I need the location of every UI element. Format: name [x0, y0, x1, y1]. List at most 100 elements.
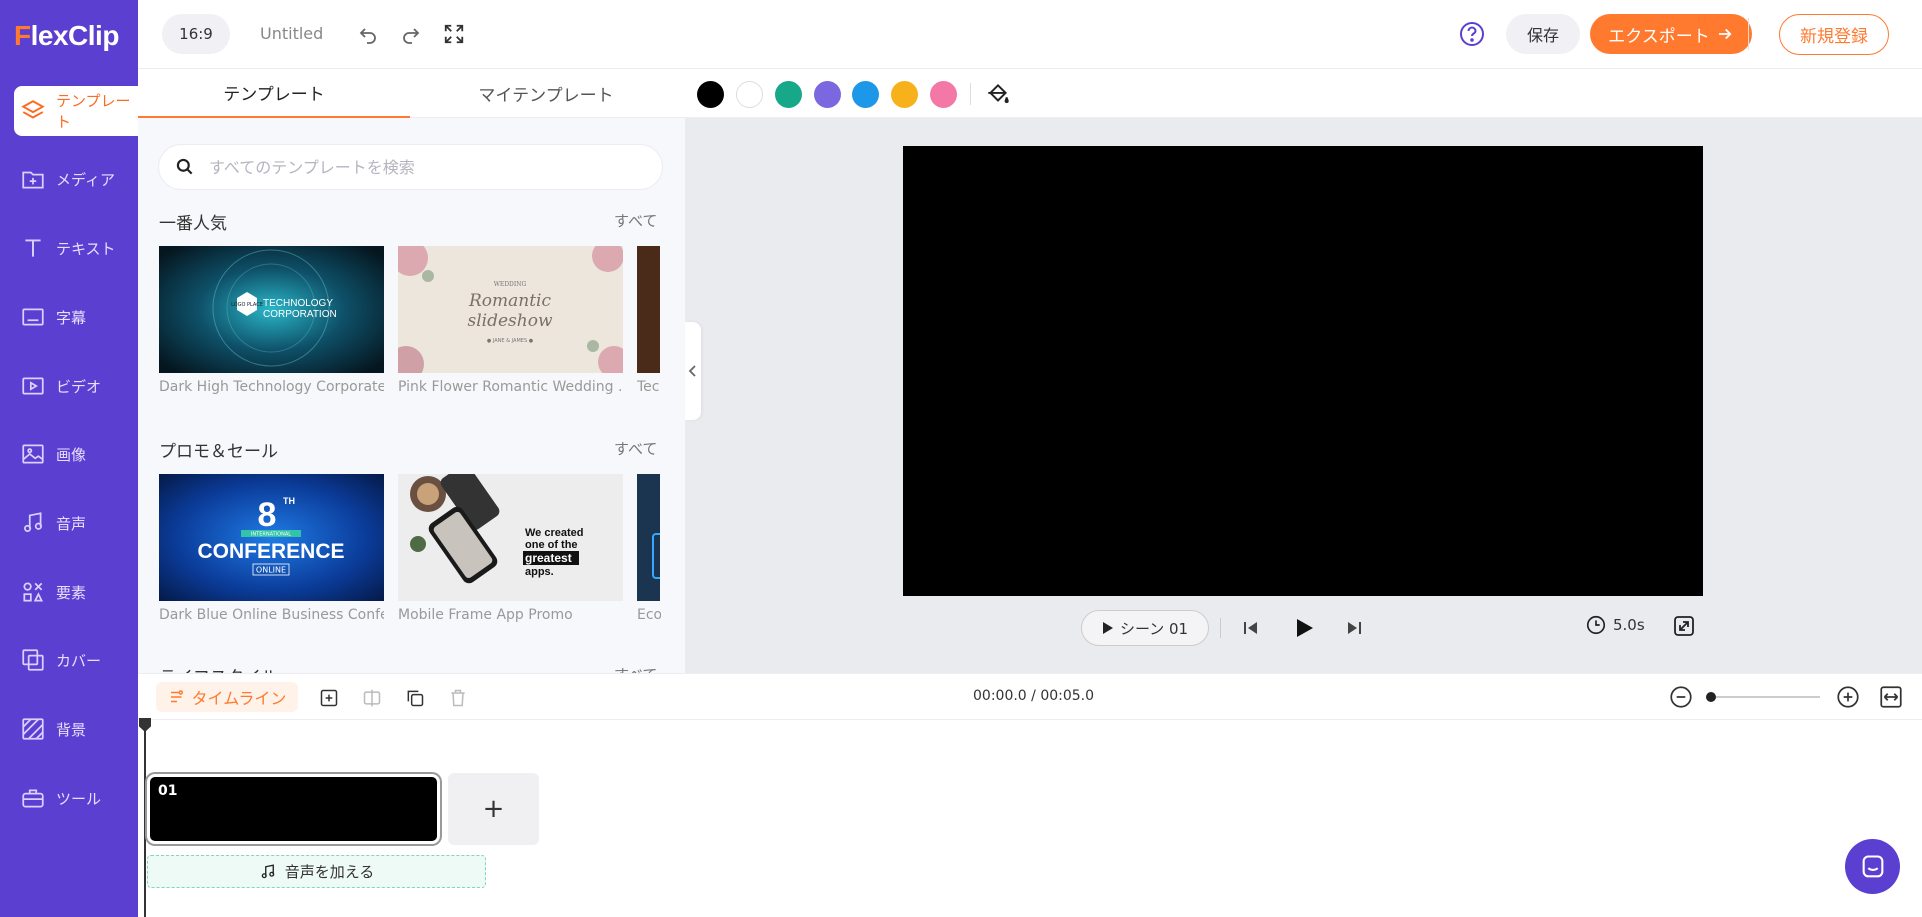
svg-text:CONFERENCE: CONFERENCE: [197, 540, 344, 563]
scene-play-button[interactable]: シーン 01: [1081, 610, 1209, 646]
section-title-lifestyle: ライフスタイル: [159, 663, 278, 673]
delete-icon[interactable]: [444, 684, 472, 712]
sidebar-item-label: テンプレート: [56, 92, 131, 131]
template-thumb-tech-corporate[interactable]: LOGO PLACE TECHNOLOGY CORPORATION: [159, 246, 384, 373]
zoom-slider-handle[interactable]: [1706, 692, 1716, 702]
skip-back-icon[interactable]: [1235, 612, 1267, 644]
add-scene-button[interactable]: +: [448, 773, 539, 845]
section-title-promo: プロモ＆セール: [159, 442, 278, 462]
timeline-time: 00:00.0 / 00:05.0: [973, 688, 1095, 704]
sidebar-item-video[interactable]: ビデオ: [14, 361, 138, 411]
clock-icon: [1586, 615, 1606, 635]
search-input[interactable]: [209, 157, 629, 177]
zoom-slider-track[interactable]: [1710, 696, 1820, 698]
sidebar-item-templates[interactable]: テンプレート: [14, 86, 138, 136]
section-all-link[interactable]: すべて: [614, 438, 657, 459]
export-button-label: エクスポート: [1608, 26, 1710, 47]
tab-templates[interactable]: テンプレート: [138, 69, 410, 118]
template-thumb-partial[interactable]: [637, 474, 660, 601]
color-swatch-purple[interactable]: [814, 81, 841, 108]
sidebar-item-label: ツール: [56, 789, 102, 808]
music-note-icon: [24, 512, 42, 532]
tab-my-templates[interactable]: マイテンプレート: [410, 69, 682, 118]
sidebar-item-elements[interactable]: 要素: [14, 567, 138, 617]
undo-icon[interactable]: [352, 18, 384, 50]
template-preview: We created one of the greatest apps.: [398, 474, 623, 601]
sidebar-item-label: メディア: [56, 170, 115, 189]
clip-number: 01: [158, 783, 178, 799]
sidebar-item-tools[interactable]: ツール: [14, 773, 138, 823]
split-icon[interactable]: [358, 684, 386, 712]
chat-support-button[interactable]: [1845, 839, 1900, 894]
sidebar-item-label: 画像: [56, 445, 87, 464]
svg-text:WEDDING: WEDDING: [494, 281, 527, 288]
chevron-left-icon: [688, 365, 696, 377]
sidebar-item-subtitles[interactable]: 字幕: [14, 292, 138, 342]
playhead[interactable]: [144, 720, 146, 917]
color-swatch-blue[interactable]: [852, 81, 879, 108]
panel-tabs: テンプレート マイテンプレート: [138, 69, 685, 118]
export-button[interactable]: エクスポート: [1590, 14, 1752, 54]
timeline-mode-tag[interactable]: タイムライン: [156, 682, 298, 712]
svg-text:CORPORATION: CORPORATION: [263, 309, 337, 320]
media-upload-icon: [22, 171, 44, 189]
template-preview: 8 TH INTERNATIONAL CONFERENCE ONLINE: [159, 474, 384, 601]
duration-value: 5.0s: [1613, 616, 1645, 634]
color-swatch-teal[interactable]: [775, 81, 802, 108]
template-thumb-romantic-wedding[interactable]: WEDDING Romantic slideshow ● JANE & JAME…: [398, 246, 623, 373]
play-icon[interactable]: [1288, 612, 1320, 644]
fit-screen-icon[interactable]: [1672, 614, 1696, 642]
help-icon[interactable]: [1456, 18, 1488, 50]
color-swatch-black[interactable]: [697, 81, 724, 108]
sidebar-item-audio[interactable]: 音声: [14, 498, 138, 548]
sidebar-item-images[interactable]: 画像: [14, 429, 138, 479]
skip-forward-icon[interactable]: [1338, 612, 1370, 644]
template-thumb-partial[interactable]: [637, 246, 660, 373]
sidebar-item-background[interactable]: 背景: [14, 704, 138, 754]
background-icon: [22, 718, 44, 740]
fit-timeline-icon[interactable]: [1878, 684, 1904, 714]
paint-bucket-icon[interactable]: [985, 81, 1011, 111]
color-swatch-white[interactable]: [736, 81, 763, 108]
flexclip-logo[interactable]: FlexClip: [14, 20, 119, 52]
scene-duration[interactable]: 5.0s: [1585, 614, 1645, 636]
sidebar: FlexClip テンプレート メディア テキスト 字幕 ビデオ 画像 音声 要…: [0, 0, 138, 917]
section-all-link[interactable]: すべて: [614, 210, 657, 231]
svg-text:TH: TH: [283, 496, 295, 506]
collapse-panel-handle[interactable]: [685, 322, 701, 420]
template-thumb-conference[interactable]: 8 TH INTERNATIONAL CONFERENCE ONLINE: [159, 474, 384, 601]
arrow-right-icon: [1718, 28, 1732, 40]
svg-text:ONLINE: ONLINE: [256, 566, 286, 575]
scene-clip[interactable]: 01: [147, 774, 440, 844]
svg-text:INTERNATIONAL: INTERNATIONAL: [251, 532, 291, 538]
sidebar-item-cover[interactable]: カバー: [14, 635, 138, 685]
add-scene-icon[interactable]: [315, 684, 343, 712]
color-swatch-pink[interactable]: [930, 81, 957, 108]
template-label: Mobile Frame App Promo: [398, 607, 573, 623]
zoom-in-icon[interactable]: [1835, 684, 1861, 714]
aspect-ratio-button[interactable]: 16:9: [162, 14, 230, 54]
video-canvas[interactable]: [903, 146, 1703, 596]
svg-text:greatest: greatest: [525, 551, 572, 565]
elements-icon: [23, 582, 44, 602]
color-swatch-yellow[interactable]: [891, 81, 918, 108]
save-button[interactable]: 保存: [1506, 14, 1580, 54]
sidebar-item-media[interactable]: メディア: [14, 154, 138, 204]
section-all-link[interactable]: すべて: [614, 664, 657, 673]
fullscreen-icon[interactable]: [438, 18, 470, 50]
add-audio-button[interactable]: 音声を加える: [147, 855, 486, 888]
template-search[interactable]: [158, 144, 663, 190]
svg-text:Romantic: Romantic: [468, 291, 552, 311]
player-divider: [1220, 618, 1221, 638]
project-title[interactable]: Untitled: [260, 24, 323, 43]
duplicate-icon[interactable]: [401, 684, 429, 712]
template-panel: テンプレート マイテンプレート 一番人気 すべて LOGO PLACE TECH…: [138, 69, 685, 673]
play-icon: [1102, 622, 1113, 634]
svg-text:We created: We created: [525, 527, 584, 539]
redo-icon[interactable]: [395, 18, 427, 50]
signup-button[interactable]: 新規登録: [1779, 14, 1889, 55]
zoom-out-icon[interactable]: [1668, 684, 1694, 714]
template-thumb-app-promo[interactable]: We created one of the greatest apps.: [398, 474, 623, 601]
section-title-popular: 一番人気: [159, 214, 227, 234]
sidebar-item-text[interactable]: テキスト: [14, 223, 138, 273]
